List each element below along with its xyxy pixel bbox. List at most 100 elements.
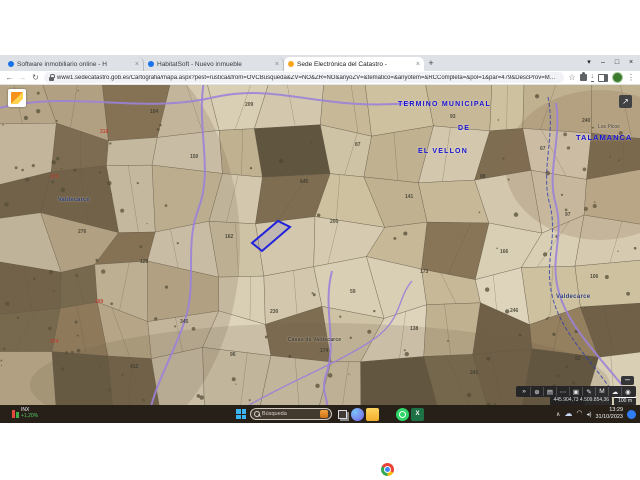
maximize-button[interactable]: □: [610, 56, 624, 70]
parcel-number: 96: [230, 353, 236, 358]
browser-tab[interactable]: Sede Electrónica del Catastro -×: [284, 57, 424, 71]
tray-overflow-icon[interactable]: ∧: [556, 411, 560, 418]
expand-map-button[interactable]: ↗: [619, 95, 632, 108]
help-tool-icon[interactable]: ◉: [622, 387, 634, 396]
lock-icon: [49, 77, 54, 81]
search-highlight-icon: [320, 410, 328, 418]
windows-taskbar: INX +1,20% Búsqueda X ∧ ☁ ◠ ◂) 13:29 31/…: [0, 405, 640, 423]
tray-date: 31/10/2023: [595, 414, 623, 421]
whatsapp-icon[interactable]: [396, 408, 409, 421]
parcel-number: 318: [100, 130, 108, 135]
parcel-number: 174: [320, 349, 328, 354]
tab-title: Software inmobiliario online - H: [17, 61, 133, 68]
extensions-icon[interactable]: [580, 74, 587, 81]
layers-tool-icon[interactable]: ☁: [609, 387, 622, 396]
ticker-change: +1,20%: [21, 413, 38, 419]
notifications-icon[interactable]: [627, 410, 636, 419]
parcel-number: 59: [350, 290, 356, 295]
taskbar-apps: X: [336, 408, 424, 421]
parcel-number: 209: [245, 103, 253, 108]
map-toolbar: »⊕▤⋯▣✎M☁◉: [516, 386, 636, 397]
parcel-number: 240: [582, 119, 590, 124]
tab-search-button[interactable]: ▾: [582, 56, 596, 70]
copilot-icon[interactable]: [351, 408, 364, 421]
system-tray: ∧ ☁ ◠ ◂) 13:29 31/10/2023: [556, 405, 636, 423]
url-text: www1.sedecatastro.gob.es/Cartografia/map…: [57, 75, 559, 81]
parcel-number: 200: [330, 220, 338, 225]
wifi-icon[interactable]: ◠: [576, 410, 582, 418]
parcel-number: 345: [180, 320, 188, 325]
file-explorer-icon[interactable]: [366, 408, 379, 421]
collapse-toolbar-button[interactable]: –: [621, 376, 634, 385]
map-statusbar: 445.904,73 4.509.854,36 100 m: [550, 397, 636, 405]
zoom-tool-icon[interactable]: ⊕: [531, 387, 544, 396]
parcel-number: 88: [480, 175, 486, 180]
parcel-number: 106: [590, 275, 598, 280]
map-place-label: Valdecarce: [58, 198, 90, 204]
parcel-number: 93: [450, 115, 456, 120]
new-tab-button[interactable]: +: [424, 57, 438, 71]
parcel-number: 52: [575, 357, 581, 362]
browser-menu-icon[interactable]: ⋮: [627, 72, 635, 84]
edit-tool-icon[interactable]: ✎: [583, 387, 596, 396]
onedrive-icon[interactable]: ☁: [564, 409, 572, 419]
map-place-label: DE: [458, 125, 470, 132]
map-place-label: Valdecarce: [556, 294, 590, 300]
profile-avatar[interactable]: [612, 72, 623, 83]
tab-title: Sede Electrónica del Catastro -: [297, 61, 414, 68]
minimize-button[interactable]: –: [596, 56, 610, 70]
map-place-label: TALAMANCA: [576, 134, 632, 142]
tab-title: HabitatSoft - Nuevo inmueble: [157, 61, 273, 68]
side-panel-icon[interactable]: [598, 74, 608, 82]
parcel-number: 241: [470, 371, 478, 376]
tab-favicon: [288, 61, 294, 67]
excel-icon[interactable]: X: [411, 408, 424, 421]
browser-icon[interactable]: [381, 463, 394, 476]
widgets-button[interactable]: INX +1,20%: [12, 407, 38, 419]
tab-close-icon[interactable]: ×: [275, 61, 279, 68]
task-view-icon[interactable]: [336, 408, 349, 421]
back-button[interactable]: ←: [5, 72, 14, 84]
more-tools-icon[interactable]: ⋯: [557, 387, 570, 396]
parcel-number: 189: [95, 300, 103, 305]
bookmark-star-icon[interactable]: ☆: [568, 72, 575, 84]
window-controls: ▾–□×: [582, 56, 638, 70]
clock[interactable]: 13:29 31/10/2023: [595, 407, 623, 420]
catastro-logo: [8, 89, 26, 107]
tab-strip: Software inmobiliario online - H×Habitat…: [0, 55, 640, 71]
tab-close-icon[interactable]: ×: [135, 61, 139, 68]
measure-tool-icon[interactable]: M: [596, 387, 609, 396]
stock-ticker-icon: [12, 409, 19, 418]
tab-favicon: [148, 61, 154, 67]
reload-button[interactable]: ↻: [31, 72, 40, 84]
tab-close-icon[interactable]: ×: [416, 61, 420, 68]
parcel-number: 166: [500, 250, 508, 255]
parcel-number: 128: [140, 260, 148, 265]
print-tool-icon[interactable]: ▤: [544, 387, 557, 396]
map-viewport[interactable]: TERMINO MUNICIPALDEEL VELLONTALAMANCALos…: [0, 85, 640, 405]
parcel-number: 138: [410, 327, 418, 332]
parcel-number: 141: [405, 195, 413, 200]
parcel-number: 97: [565, 213, 571, 218]
browser-tab[interactable]: Software inmobiliario online - H×: [4, 57, 144, 71]
address-bar[interactable]: www1.sedecatastro.gob.es/Cartografia/map…: [44, 72, 564, 83]
parcel-number: 104: [150, 110, 158, 115]
parcel-number: 162: [225, 235, 233, 240]
forward-button[interactable]: →: [18, 72, 27, 84]
screen: Software inmobiliario online - H×Habitat…: [0, 0, 640, 480]
volume-icon[interactable]: ◂): [586, 411, 591, 418]
search-icon: [254, 411, 260, 417]
scale-indicator: 100 m: [614, 397, 636, 405]
download-icon[interactable]: ↓: [591, 73, 595, 82]
pan-tool-icon[interactable]: »: [518, 387, 531, 396]
aerial-map-canvas[interactable]: [0, 85, 640, 405]
lock-tool-icon[interactable]: ▣: [570, 387, 583, 396]
taskbar-search[interactable]: Búsqueda: [250, 408, 332, 420]
start-button[interactable]: [236, 409, 246, 419]
tray-time: 13:29: [595, 407, 623, 414]
browser-tab[interactable]: HabitatSoft - Nuevo inmueble×: [144, 57, 284, 71]
map-place-label: EL VELLON: [418, 148, 468, 155]
close-button[interactable]: ×: [624, 56, 638, 70]
map-place-label: Los Picos: [598, 125, 620, 130]
parcel-number: 374: [50, 340, 58, 345]
